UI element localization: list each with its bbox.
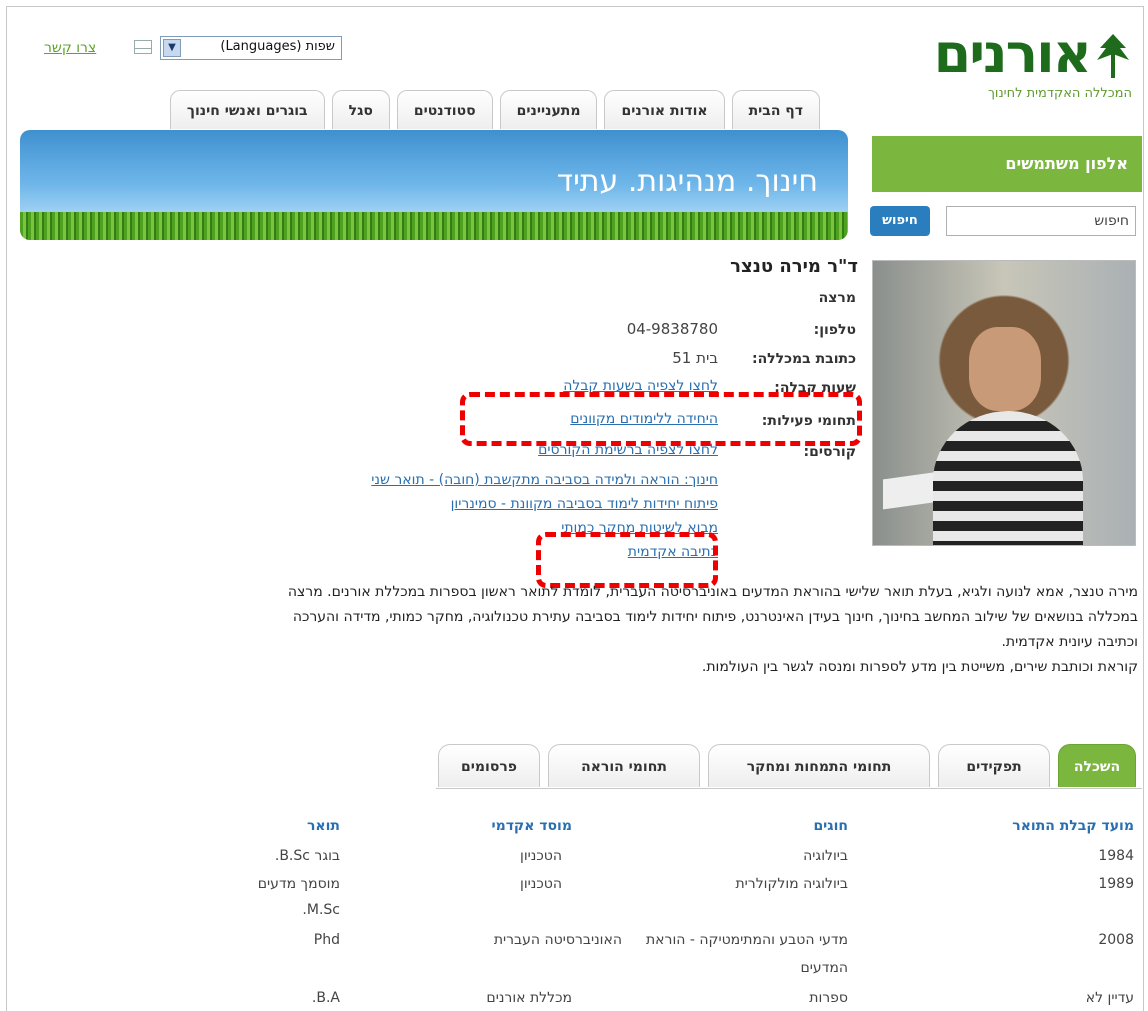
column-header-degree: תואר (307, 818, 340, 834)
tab-about[interactable]: אודות אורנים (604, 90, 725, 129)
bio-line: מירה טנצר, אמא לנועה ולגיא, בעלת תואר של… (287, 584, 1138, 600)
search-button[interactable]: חיפוש (870, 206, 930, 236)
profile-role: מרצה (818, 290, 856, 306)
tab-prospective[interactable]: מתעניינים (499, 90, 598, 129)
main-nav: דף הבית אודות אורנים מתעניינים סטודנטים … (40, 90, 820, 130)
languages-select-label: שפות (Languages) (220, 39, 335, 54)
table-cell: בוגר B.Sc. (274, 848, 340, 864)
profile-photo (872, 260, 1136, 546)
table-cell: עדיין לא (1085, 990, 1134, 1006)
contact-link[interactable]: צרו קשר (44, 40, 96, 56)
address-value: בית 51 (672, 349, 718, 367)
column-header-field: חוגים (813, 818, 848, 834)
courses-label: קורסים: (803, 444, 856, 460)
mail-icon[interactable] (134, 40, 152, 54)
tab-home[interactable]: דף הבית (731, 90, 820, 129)
photo-shirt (933, 411, 1083, 545)
logo-title: אורנים (933, 22, 1092, 85)
search-input-text: חיפוש (1094, 213, 1129, 229)
tab-teaching[interactable]: תחומי הוראה (548, 744, 700, 787)
tab-students[interactable]: סטודנטים (396, 90, 493, 129)
table-cell: 1989 (1098, 876, 1134, 892)
photo-face (969, 327, 1041, 411)
directory-title: אלפון משתמשים (1005, 154, 1128, 173)
table-cell: האוניברסיטה העברית (493, 932, 622, 948)
tab-research[interactable]: תחומי התמחות ומחקר (708, 744, 930, 787)
search-input[interactable]: חיפוש (946, 206, 1136, 236)
table-cell: מוסמך מדעים (257, 876, 340, 892)
table-cell: ספרות (809, 990, 848, 1006)
tab-alumni[interactable]: בוגרים ואנשי חינוך (169, 90, 325, 129)
logo-subtitle: המכללה האקדמית לחינוך (987, 86, 1132, 101)
bio-line: קוראת וכותבת שירים, משייטת בין מדע לספרו… (701, 659, 1138, 675)
table-cell: המדעים (800, 960, 848, 976)
banner-slogan: חינוך. מנהיגות. עתיד (556, 164, 818, 199)
highlight-annotation (460, 392, 862, 446)
tabs-divider (436, 788, 1142, 789)
table-cell: 2008 (1098, 932, 1134, 948)
profile-bio: מירה טנצר, אמא לנועה ולגיא, בעלת תואר של… (16, 580, 1138, 680)
table-cell: Phd (313, 932, 340, 948)
grass-decoration (20, 212, 848, 240)
course-link[interactable]: חינוך: הוראה ולמידה בסביבה מתקשבת (חובה)… (371, 468, 718, 492)
column-header-institution: מוסד אקדמי (491, 818, 572, 834)
tab-roles[interactable]: תפקידים (938, 744, 1050, 787)
table-cell: מכללת אורנים (486, 990, 572, 1006)
tab-publications[interactable]: פרסומים (438, 744, 540, 787)
table-cell: הטכניון (520, 876, 562, 892)
bio-line: במכללה בנושאים של שילוב המחשב בחינוך, חי… (292, 609, 1138, 625)
table-cell: ביולוגיה (803, 848, 848, 864)
table-cell: B.A. (311, 990, 340, 1006)
logo[interactable]: אורנים המכללה האקדמית לחינוך (876, 24, 1132, 108)
tree-icon (1097, 34, 1129, 78)
chevron-down-icon[interactable]: ▼ (163, 39, 181, 57)
tab-staff[interactable]: סגל (331, 90, 390, 129)
table-cell: ביולוגיה מולקולרית (735, 876, 848, 892)
info-tabs: השכלה תפקידים תחומי התמחות ומחקר תחומי ה… (436, 744, 1142, 788)
table-cell: M.Sc. (302, 902, 340, 918)
hero-banner: חינוך. מנהיגות. עתיד (20, 130, 848, 240)
phone-value: 04-9838780 (626, 320, 718, 338)
tab-education[interactable]: השכלה (1058, 744, 1136, 787)
table-cell: 1984 (1098, 848, 1134, 864)
languages-select[interactable]: ▼ שפות (Languages) (160, 36, 342, 60)
course-link[interactable]: פיתוח יחידות לימוד בסביבה מקוונת - סמינר… (371, 492, 718, 516)
address-label: כתובת במכללה: (751, 351, 856, 367)
table-cell: הטכניון (520, 848, 562, 864)
directory-heading: אלפון משתמשים (872, 136, 1142, 192)
profile-name: ד"ר מירה טנצר (730, 256, 858, 277)
column-header-year: מועד קבלת התואר (1012, 818, 1134, 834)
table-cell: מדעי הטבע והמתימטיקה - הוראת (645, 932, 848, 948)
phone-label: טלפון: (813, 322, 856, 338)
bio-line: וכתיבה עיונית אקדמית. (1001, 634, 1138, 650)
